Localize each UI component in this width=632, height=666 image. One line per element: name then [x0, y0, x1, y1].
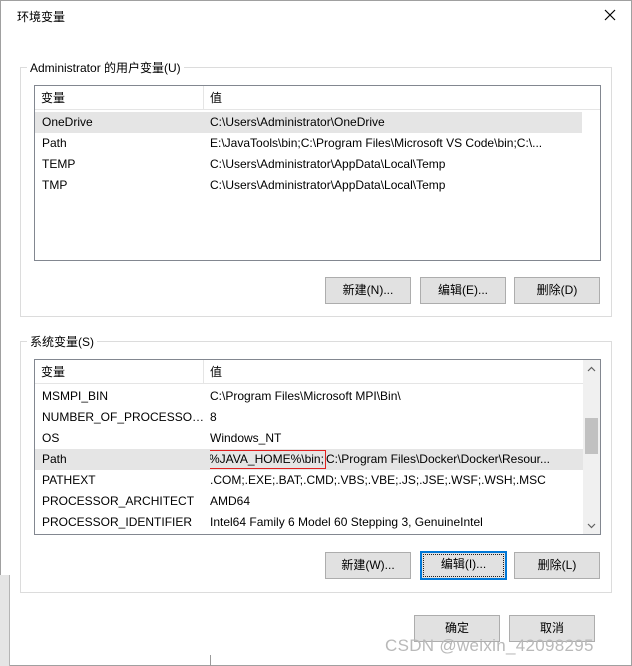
user-edit-button[interactable]: 编辑(E)... — [420, 277, 506, 304]
variable-name: Path — [42, 452, 67, 466]
chevron-down-icon — [587, 523, 596, 528]
list-item[interactable]: PROCESSOR_ARCHITECT AMD64 — [35, 491, 583, 512]
variable-value: C:\Users\Administrator\AppData\Local\Tem… — [210, 157, 446, 171]
variable-value: E:\JavaTools\bin;C:\Program Files\Micros… — [210, 136, 543, 150]
system-variables-list[interactable]: 变量 值 MSMPI_BIN C:\Program Files\Microsof… — [34, 359, 601, 535]
chevron-up-icon — [587, 366, 596, 371]
list-item[interactable]: MSMPI_BIN C:\Program Files\Microsoft MPI… — [35, 386, 583, 407]
variable-value: C:\Users\Administrator\AppData\Local\Tem… — [210, 178, 446, 192]
variable-name: TEMP — [42, 157, 76, 171]
variable-name: PROCESSOR_ARCHITECT — [42, 494, 195, 508]
variable-value: .COM;.EXE;.BAT;.CMD;.VBS;.VBE;.JS;.JSE;.… — [210, 473, 546, 487]
background-window-edge — [0, 575, 10, 666]
variable-value: C:\Program Files\Microsoft MPI\Bin\ — [210, 389, 401, 403]
system-edit-label: 编辑(I)... — [440, 557, 487, 571]
list-item[interactable]: TEMP C:\Users\Administrator\AppData\Loca… — [35, 154, 582, 175]
watermark: CSDN @weixin_42098295 — [385, 636, 594, 655]
variable-name: MSMPI_BIN — [42, 389, 109, 403]
variable-name: OneDrive — [42, 115, 93, 129]
list-item[interactable]: Path E:\JavaTools\bin;C:\Program Files\M… — [35, 133, 582, 154]
variable-name: TMP — [42, 178, 68, 192]
variable-value: Windows_NT — [210, 431, 282, 445]
variable-name: Path — [42, 136, 67, 150]
list-item[interactable]: Path %JAVA_HOME%\bin; C:\Program Files\Do… — [35, 449, 583, 470]
system-edit-button[interactable]: 编辑(I)... — [420, 551, 507, 580]
window-title: 环境变量 — [17, 10, 66, 24]
variable-name: PATHEXT — [42, 473, 96, 487]
user-variables-label: Administrator 的用户变量(U) — [27, 59, 184, 76]
system-list-header: 变量 值 — [35, 360, 583, 384]
variable-name: NUMBER_OF_PROCESSORS — [42, 410, 208, 424]
column-header-value[interactable]: 值 — [204, 360, 582, 384]
variable-name: OS — [42, 431, 60, 445]
variable-value: AMD64 — [210, 494, 251, 508]
user-variables-list[interactable]: 变量 值 OneDrive C:\Users\Administrator\One… — [34, 85, 601, 261]
column-header-variable[interactable]: 变量 — [35, 86, 203, 110]
highlighted-path-entry: %JAVA_HOME%\bin; — [210, 450, 326, 469]
scroll-thumb[interactable] — [585, 418, 598, 454]
variable-value: C:\Users\Administrator\OneDrive — [210, 115, 385, 129]
column-header-variable[interactable]: 变量 — [35, 360, 203, 384]
variable-value: %JAVA_HOME%\bin; C:\Program Files\Docker\… — [210, 449, 580, 470]
system-variables-label: 系统变量(S) — [27, 333, 97, 350]
scroll-up-arrow[interactable] — [583, 360, 600, 377]
list-item[interactable]: PROCESSOR_IDENTIFIER Intel64 Family 6 Mo… — [35, 512, 583, 533]
list-item[interactable]: PATHEXT .COM;.EXE;.BAT;.CMD;.VBS;.VBE;.J… — [35, 470, 583, 491]
system-new-button[interactable]: 新建(W)... — [325, 552, 411, 579]
system-delete-button[interactable]: 删除(L) — [514, 552, 600, 579]
variable-name: PROCESSOR_IDENTIFIER — [42, 515, 193, 529]
list-item[interactable]: OS Windows_NT — [35, 428, 583, 449]
list-item[interactable]: NUMBER_OF_PROCESSORS 8 — [35, 407, 583, 428]
variable-value: Intel64 Family 6 Model 60 Stepping 3, Ge… — [210, 515, 483, 529]
list-item[interactable]: OneDrive C:\Users\Administrator\OneDrive — [35, 112, 582, 133]
environment-variables-dialog: 环境变量 Administrator 的用户变量(U) 变量 值 OneDriv… — [0, 0, 632, 666]
close-button[interactable] — [599, 4, 621, 26]
user-delete-button[interactable]: 删除(D) — [514, 277, 600, 304]
scroll-down-arrow[interactable] — [583, 517, 600, 534]
close-icon — [604, 9, 616, 21]
background-divider — [210, 655, 211, 666]
list-item[interactable]: TMP C:\Users\Administrator\AppData\Local… — [35, 175, 582, 196]
user-list-header: 变量 值 — [35, 86, 600, 110]
variable-value: 8 — [210, 410, 217, 424]
vertical-scrollbar[interactable] — [583, 360, 600, 534]
path-value-rest: C:\Program Files\Docker\Docker\Resour... — [325, 452, 550, 466]
column-header-value[interactable]: 值 — [204, 86, 582, 110]
user-new-button[interactable]: 新建(N)... — [325, 277, 411, 304]
